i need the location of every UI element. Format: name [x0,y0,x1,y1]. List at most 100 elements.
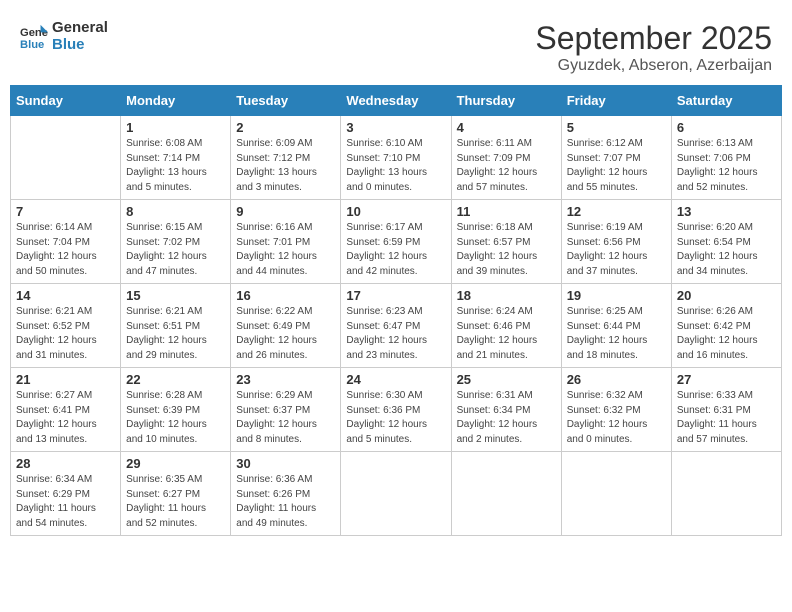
day-cell: 22Sunrise: 6:28 AMSunset: 6:39 PMDayligh… [121,368,231,452]
day-number: 23 [236,372,335,387]
day-info: Sunrise: 6:12 AMSunset: 7:07 PMDaylight:… [567,137,666,195]
day-cell: 17 Sunrise: 6:23 AMSunset: 6:47 PMDayligh… [341,284,451,368]
day-cell: 15 Sunrise: 6:21 AMSunset: 6:51 PMDayligh… [121,284,231,368]
logo-icon: General Blue [20,23,48,51]
day-cell: 21 Sunrise: 6:27 AMSunset: 6:41 PMDayligh… [11,368,121,452]
day-number: 25 [457,372,556,387]
day-cell: 24 Sunrise: 6:30 AMSunset: 6:36 PMDayligh… [341,368,451,452]
day-cell: 1Sunrise: 6:08 AMSunset: 7:14 PMDaylight… [121,116,231,200]
day-info: Sunrise: 6:30 AMSunset: 6:36 PMDaylight:… [346,389,445,447]
day-cell: 10 Sunrise: 6:17 AMSunset: 6:59 PMDayligh… [341,200,451,284]
day-cell: 13 Sunrise: 6:20 AMSunset: 6:54 PMDayligh… [671,200,781,284]
day-cell: 14Sunrise: 6:21 AMSunset: 6:52 PMDayligh… [11,284,121,368]
calendar-header-row: SundayMondayTuesdayWednesdayThursdayFrid… [11,86,782,116]
day-number: 28 [16,456,115,471]
day-info: Sunrise: 6:08 AMSunset: 7:14 PMDaylight:… [126,137,225,195]
day-number: 15 [126,288,225,303]
day-info: Sunrise: 6:25 AMSunset: 6:44 PMDaylight:… [567,305,666,363]
header-thursday: Thursday [451,86,561,116]
day-cell: 25 Sunrise: 6:31 AMSunset: 6:34 PMDayligh… [451,368,561,452]
day-number: 27 [677,372,776,387]
day-number: 3 [346,120,445,135]
day-cell: 6Sunrise: 6:13 AMSunset: 7:06 PMDaylight… [671,116,781,200]
day-info: Sunrise: 6:32 AMSunset: 6:32 PMDaylight:… [567,389,666,447]
day-number: 2 [236,120,335,135]
day-number: 7 [16,204,115,219]
day-cell: 3 Sunrise: 6:10 AMSunset: 7:10 PMDaylight… [341,116,451,200]
day-number: 24 [346,372,445,387]
header-monday: Monday [121,86,231,116]
day-number: 10 [346,204,445,219]
day-info: Sunrise: 6:15 AMSunset: 7:02 PMDaylight:… [126,221,225,279]
day-number: 14 [16,288,115,303]
day-number: 29 [126,456,225,471]
day-number: 13 [677,204,776,219]
day-cell: 9Sunrise: 6:16 AMSunset: 7:01 PMDaylight… [231,200,341,284]
day-info: Sunrise: 6:27 AMSunset: 6:41 PMDaylight:… [16,389,115,447]
day-number: 12 [567,204,666,219]
day-number: 8 [126,204,225,219]
header-sunday: Sunday [11,86,121,116]
day-info: Sunrise: 6:31 AMSunset: 6:34 PMDaylight:… [457,389,556,447]
day-cell: 8 Sunrise: 6:15 AMSunset: 7:02 PMDaylight… [121,200,231,284]
logo: General Blue General Blue [20,20,108,53]
calendar-table: SundayMondayTuesdayWednesdayThursdayFrid… [10,85,782,536]
day-number: 22 [126,372,225,387]
day-info: Sunrise: 6:20 AMSunset: 6:54 PMDaylight:… [677,221,776,279]
day-number: 21 [16,372,115,387]
title-block: September 2025 Gyuzdek, Abseron, Azerbai… [535,20,772,75]
day-cell: 18 Sunrise: 6:24 AMSunset: 6:46 PMDayligh… [451,284,561,368]
week-row-3: 14Sunrise: 6:21 AMSunset: 6:52 PMDayligh… [11,284,782,368]
day-info: Sunrise: 6:17 AMSunset: 6:59 PMDaylight:… [346,221,445,279]
logo-text-general: General [52,20,108,37]
day-cell: 30 Sunrise: 6:36 AMSunset: 6:26 PMDayligh… [231,452,341,536]
day-cell: 19 Sunrise: 6:25 AMSunset: 6:44 PMDayligh… [561,284,671,368]
day-cell [671,452,781,536]
day-number: 26 [567,372,666,387]
day-info: Sunrise: 6:34 AMSunset: 6:29 PMDaylight:… [16,473,115,531]
page-header: General Blue General Blue September 2025… [10,10,782,80]
day-number: 17 [346,288,445,303]
week-row-2: 7 Sunrise: 6:14 AMSunset: 7:04 PMDaylight… [11,200,782,284]
day-number: 19 [567,288,666,303]
day-cell: 20 Sunrise: 6:26 AMSunset: 6:42 PMDayligh… [671,284,781,368]
day-info: Sunrise: 6:10 AMSunset: 7:10 PMDaylight:… [346,137,445,195]
day-cell: 27 Sunrise: 6:33 AMSunset: 6:31 PMDayligh… [671,368,781,452]
logo-text-blue: Blue [52,37,108,54]
day-number: 16 [236,288,335,303]
day-number: 20 [677,288,776,303]
day-info: Sunrise: 6:23 AMSunset: 6:47 PMDaylight:… [346,305,445,363]
day-cell: 2 Sunrise: 6:09 AMSunset: 7:12 PMDaylight… [231,116,341,200]
day-info: Sunrise: 6:18 AMSunset: 6:57 PMDaylight:… [457,221,556,279]
day-info: Sunrise: 6:22 AMSunset: 6:49 PMDaylight:… [236,305,335,363]
header-tuesday: Tuesday [231,86,341,116]
day-cell: 28 Sunrise: 6:34 AMSunset: 6:29 PMDayligh… [11,452,121,536]
day-info: Sunrise: 6:16 AMSunset: 7:01 PMDaylight:… [236,221,335,279]
day-info: Sunrise: 6:29 AMSunset: 6:37 PMDaylight:… [236,389,335,447]
day-info: Sunrise: 6:35 AMSunset: 6:27 PMDaylight:… [126,473,225,531]
header-wednesday: Wednesday [341,86,451,116]
calendar-title: September 2025 [535,20,772,57]
day-number: 6 [677,120,776,135]
calendar-subtitle: Gyuzdek, Abseron, Azerbaijan [535,57,772,75]
header-friday: Friday [561,86,671,116]
day-info: Sunrise: 6:26 AMSunset: 6:42 PMDaylight:… [677,305,776,363]
svg-text:Blue: Blue [20,39,44,51]
day-number: 18 [457,288,556,303]
day-info: Sunrise: 6:09 AMSunset: 7:12 PMDaylight:… [236,137,335,195]
week-row-5: 28 Sunrise: 6:34 AMSunset: 6:29 PMDayligh… [11,452,782,536]
day-info: Sunrise: 6:21 AMSunset: 6:51 PMDaylight:… [126,305,225,363]
week-row-4: 21 Sunrise: 6:27 AMSunset: 6:41 PMDayligh… [11,368,782,452]
day-cell [341,452,451,536]
day-number: 30 [236,456,335,471]
day-info: Sunrise: 6:36 AMSunset: 6:26 PMDaylight:… [236,473,335,531]
day-info: Sunrise: 6:14 AMSunset: 7:04 PMDaylight:… [16,221,115,279]
day-cell: 16 Sunrise: 6:22 AMSunset: 6:49 PMDayligh… [231,284,341,368]
day-info: Sunrise: 6:11 AMSunset: 7:09 PMDaylight:… [457,137,556,195]
day-cell: 12Sunrise: 6:19 AMSunset: 6:56 PMDayligh… [561,200,671,284]
day-cell: 4Sunrise: 6:11 AMSunset: 7:09 PMDaylight… [451,116,561,200]
day-cell [451,452,561,536]
day-info: Sunrise: 6:24 AMSunset: 6:46 PMDaylight:… [457,305,556,363]
day-cell [11,116,121,200]
day-info: Sunrise: 6:33 AMSunset: 6:31 PMDaylight:… [677,389,776,447]
